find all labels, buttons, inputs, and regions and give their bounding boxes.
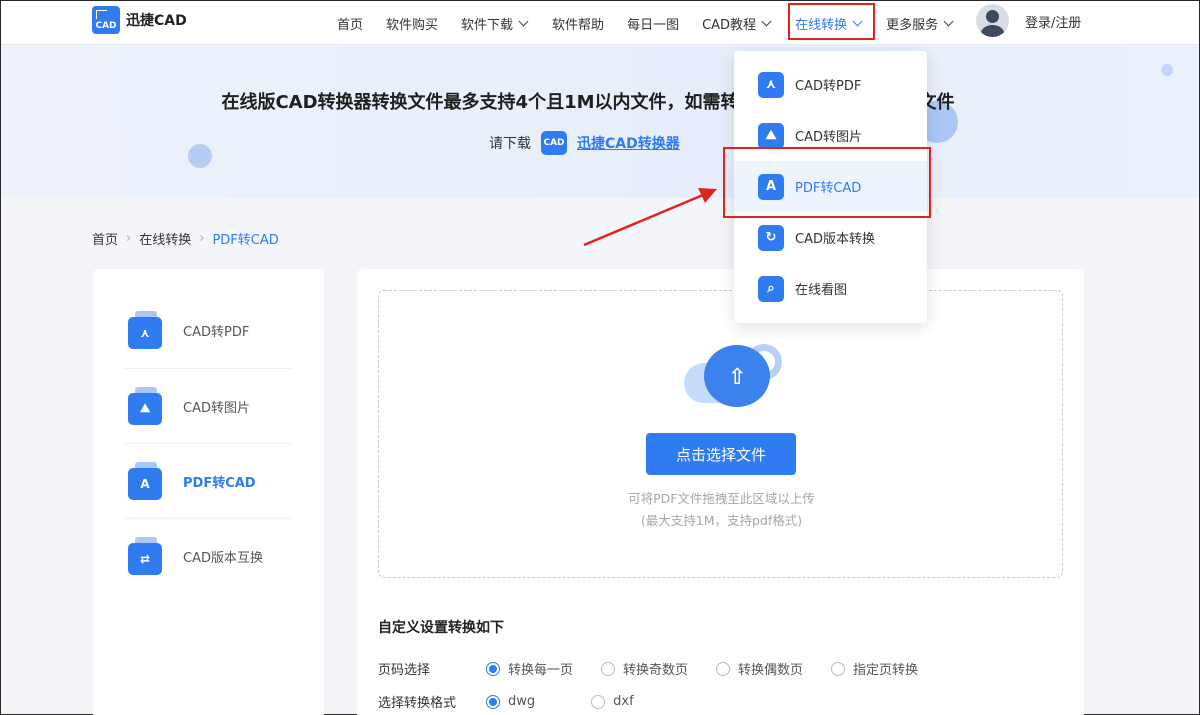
settings-title: 自定义设置转换如下 [378, 620, 504, 636]
menu-item-label: CAD转图片 [795, 130, 862, 145]
radio-dxf[interactable]: dxf [591, 694, 634, 709]
drop-hint: 可将PDF文件拖拽至此区域以上传 [628, 491, 815, 506]
page-selection-label: 页码选择 [378, 663, 431, 678]
menu-item-cad-to-pdf[interactable]: ⋏ CAD转PDF [734, 59, 927, 110]
converter-app-icon: CAD [541, 131, 567, 155]
radio-even-pages[interactable]: 转换偶数页 [716, 659, 803, 678]
sidebar-item-cad-to-pdf[interactable]: ⋏ CAD转PDF [125, 293, 291, 368]
nav-more-services[interactable]: 更多服务 [886, 14, 954, 33]
banner-title: 在线版CAD转换器转换文件最多支持4个且1M以内文件，如需转换更多文件或其他格式… [221, 92, 955, 113]
main-nav: 首页 软件购买 软件下载 软件帮助 每日一图 CAD教程 在线转换 更多服务 [337, 1, 977, 45]
menu-highlight-box [723, 147, 931, 218]
chevron-right-icon: › [199, 231, 205, 246]
sidebar-item-pdf-to-cad[interactable]: A PDF转CAD [125, 444, 291, 519]
chevron-right-icon: › [126, 231, 132, 246]
sidebar-item-label: CAD转图片 [183, 401, 250, 416]
cad-to-pdf-icon: ⋏ [125, 310, 165, 351]
avatar[interactable] [976, 4, 1009, 37]
decor-circle [1161, 64, 1173, 76]
converter-sidebar: ⋏ CAD转PDF ⛰ CAD转图片 A PDF转CAD ⇄ CAD版本互换 [93, 269, 324, 715]
menu-item-label: CAD版本转换 [795, 232, 875, 247]
search-icon: ⌕ [758, 275, 784, 302]
nav-home[interactable]: 首页 [337, 14, 363, 33]
chevron-down-icon [518, 16, 529, 26]
hero-banner: 在线版CAD转换器转换文件最多支持4个且1M以内文件，如需转换更多文件或其他格式… [1, 46, 1199, 198]
cloud-upload-icon: ⇧ [684, 341, 794, 411]
radio-specific-pages[interactable]: 指定页转换 [831, 659, 918, 678]
radio-every-page[interactable]: 转换每一页 [486, 659, 573, 678]
breadcrumb-section[interactable]: 在线转换 [139, 229, 191, 248]
menu-item-label: 在线看图 [795, 283, 848, 298]
breadcrumb-current: PDF转CAD [212, 233, 279, 248]
cad-version-icon: ⇄ [125, 536, 165, 577]
brand-logo[interactable]: CAD 迅捷CAD [92, 6, 187, 34]
download-prefix: 请下载 [489, 136, 531, 152]
banner-download: 请下载 CAD 迅捷CAD转换器 [489, 131, 680, 155]
image-icon: ⛰ [758, 122, 784, 149]
nav-daily[interactable]: 每日一图 [627, 14, 679, 33]
menu-item-label: CAD转PDF [795, 79, 862, 94]
file-drop-zone[interactable]: ⇧ 点击选择文件 可将PDF文件拖拽至此区域以上传 (最大支持1M，支持pdf格… [378, 290, 1063, 578]
breadcrumb: 首页 › 在线转换 › PDF转CAD [92, 229, 279, 248]
login-link[interactable]: 登录/注册 [1025, 12, 1081, 31]
page-selection-row: 页码选择 转换每一页 转换奇数页 转换偶数页 指定页转换 [378, 659, 946, 678]
nav-highlight-box [788, 3, 875, 40]
radio-dwg[interactable]: dwg [486, 694, 535, 709]
breadcrumb-home[interactable]: 首页 [92, 229, 118, 248]
cad-logo-icon: CAD [92, 6, 120, 34]
sidebar-item-label: CAD转PDF [183, 325, 250, 340]
refresh-icon: ↻ [758, 224, 784, 251]
sidebar-item-cad-version[interactable]: ⇄ CAD版本互换 [125, 519, 291, 594]
cad-to-image-icon: ⛰ [125, 386, 165, 427]
upload-panel: ⇧ 点击选择文件 可将PDF文件拖拽至此区域以上传 (最大支持1M，支持pdf格… [357, 269, 1084, 715]
nav-tutorial[interactable]: CAD教程 [702, 14, 772, 33]
decor-circle [188, 144, 212, 168]
format-selection-row: 选择转换格式 dwg dxf [378, 692, 662, 711]
sidebar-item-label: CAD版本互换 [183, 551, 263, 566]
download-converter-link[interactable]: 迅捷CAD转换器 [577, 133, 680, 153]
pdf-to-cad-icon: A [125, 461, 165, 502]
nav-download[interactable]: 软件下载 [461, 14, 529, 33]
brand-name: 迅捷CAD [126, 13, 187, 29]
menu-item-cad-version[interactable]: ↻ CAD版本转换 [734, 212, 927, 263]
sidebar-item-cad-to-image[interactable]: ⛰ CAD转图片 [125, 369, 291, 444]
size-hint: (最大支持1M，支持pdf格式) [640, 513, 803, 528]
format-selection-label: 选择转换格式 [378, 696, 457, 711]
top-header: CAD 迅捷CAD 首页 软件购买 软件下载 软件帮助 每日一图 CAD教程 在… [1, 1, 1199, 45]
select-file-button[interactable]: 点击选择文件 [646, 433, 796, 475]
nav-purchase[interactable]: 软件购买 [386, 14, 438, 33]
chevron-down-icon [761, 16, 772, 26]
sidebar-item-label: PDF转CAD [183, 476, 256, 491]
nav-help[interactable]: 软件帮助 [552, 14, 604, 33]
chevron-down-icon [943, 16, 954, 26]
pdf-icon: ⋏ [758, 71, 784, 98]
menu-item-online-view[interactable]: ⌕ 在线看图 [734, 263, 927, 314]
radio-odd-pages[interactable]: 转换奇数页 [601, 659, 688, 678]
